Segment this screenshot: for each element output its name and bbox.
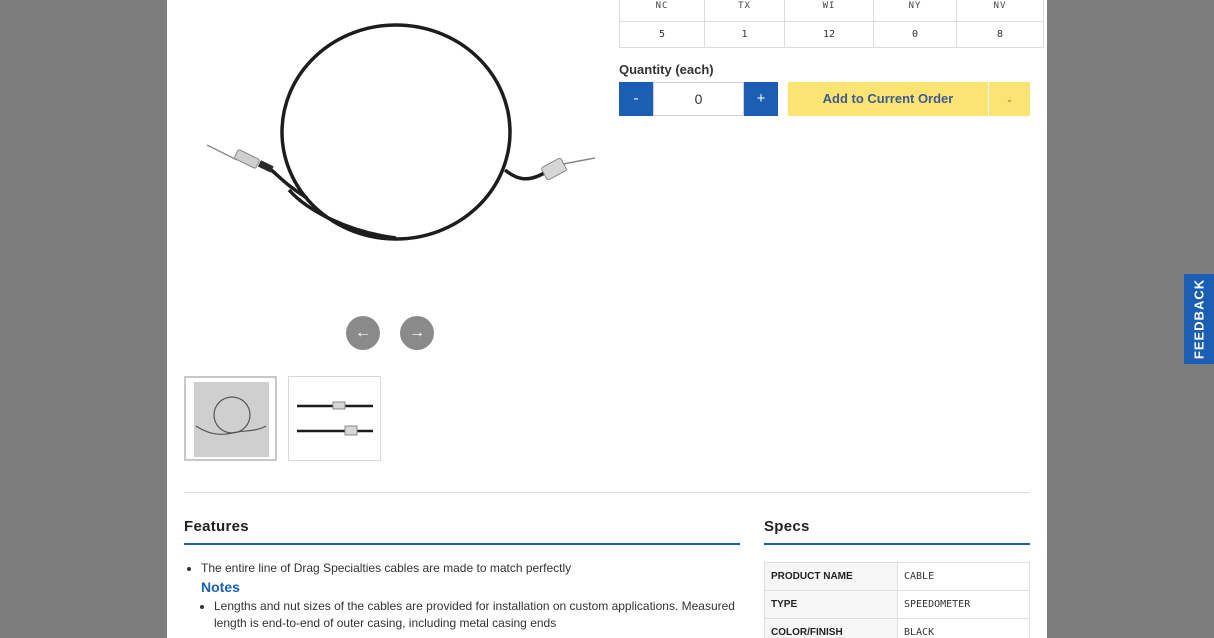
spec-key: TYPE	[764, 590, 898, 619]
stock-state-header: NC	[619, 0, 705, 22]
notes-item: Lengths and nut sizes of the cables are …	[214, 598, 744, 632]
features-heading: Features	[184, 518, 249, 535]
stock-count: 8	[956, 21, 1044, 48]
product-modal: ← → NC TX WI NY NV 5 1 12 0 8 Quantity (…	[167, 0, 1047, 638]
arrow-left-icon: ←	[355, 324, 371, 341]
features-underline	[184, 543, 740, 545]
spec-key: COLOR/FINISH	[764, 618, 898, 638]
specs-underline	[764, 543, 1030, 545]
stock-count: 0	[873, 21, 957, 48]
quantity-decrement-button[interactable]: -	[619, 82, 653, 116]
order-dropdown-button[interactable]: ⌄	[989, 82, 1030, 116]
thumbnail-1[interactable]	[184, 376, 277, 461]
add-to-order-button[interactable]: Add to Current Order	[788, 82, 988, 116]
spec-value: BLACK	[897, 618, 1030, 638]
stock-count: 12	[784, 21, 874, 48]
quantity-input[interactable]	[653, 82, 744, 116]
feature-item: The entire line of Drag Specialties cabl…	[201, 560, 744, 577]
spec-value: CABLE	[897, 562, 1030, 591]
stock-state-header: NY	[873, 0, 957, 22]
next-image-button[interactable]: →	[400, 316, 434, 350]
section-divider	[184, 492, 1030, 493]
thumbnail-2[interactable]	[288, 376, 381, 461]
features-content: The entire line of Drag Specialties cabl…	[184, 560, 744, 632]
feedback-label: FEEDBACK	[1191, 278, 1207, 360]
specs-row: COLOR/FINISH BLACK	[764, 618, 1030, 638]
stock-state-header: WI	[784, 0, 874, 22]
specs-heading: Specs	[764, 518, 810, 535]
stock-state-header: TX	[704, 0, 785, 22]
specs-table: PRODUCT NAME CABLE TYPE SPEEDOMETER COLO…	[764, 562, 1030, 638]
stock-count: 5	[619, 21, 705, 48]
quantity-label: Quantity (each)	[619, 62, 714, 77]
product-image	[197, 0, 617, 310]
prev-image-button[interactable]: ←	[346, 316, 380, 350]
spec-key: PRODUCT NAME	[764, 562, 898, 591]
spec-value: SPEEDOMETER	[897, 590, 1030, 619]
arrow-right-icon: →	[409, 324, 425, 341]
feedback-tab[interactable]: FEEDBACK	[1184, 274, 1214, 364]
chevron-down-icon: ⌄	[1005, 94, 1014, 104]
warehouse-stock-table: NC TX WI NY NV 5 1 12 0 8	[619, 0, 1044, 48]
notes-heading: Notes	[201, 579, 240, 595]
stock-count: 1	[704, 21, 785, 48]
stock-state-header: NV	[956, 0, 1044, 22]
quantity-increment-button[interactable]: +	[744, 82, 778, 116]
specs-row: TYPE SPEEDOMETER	[764, 590, 1030, 619]
specs-row: PRODUCT NAME CABLE	[764, 562, 1030, 591]
